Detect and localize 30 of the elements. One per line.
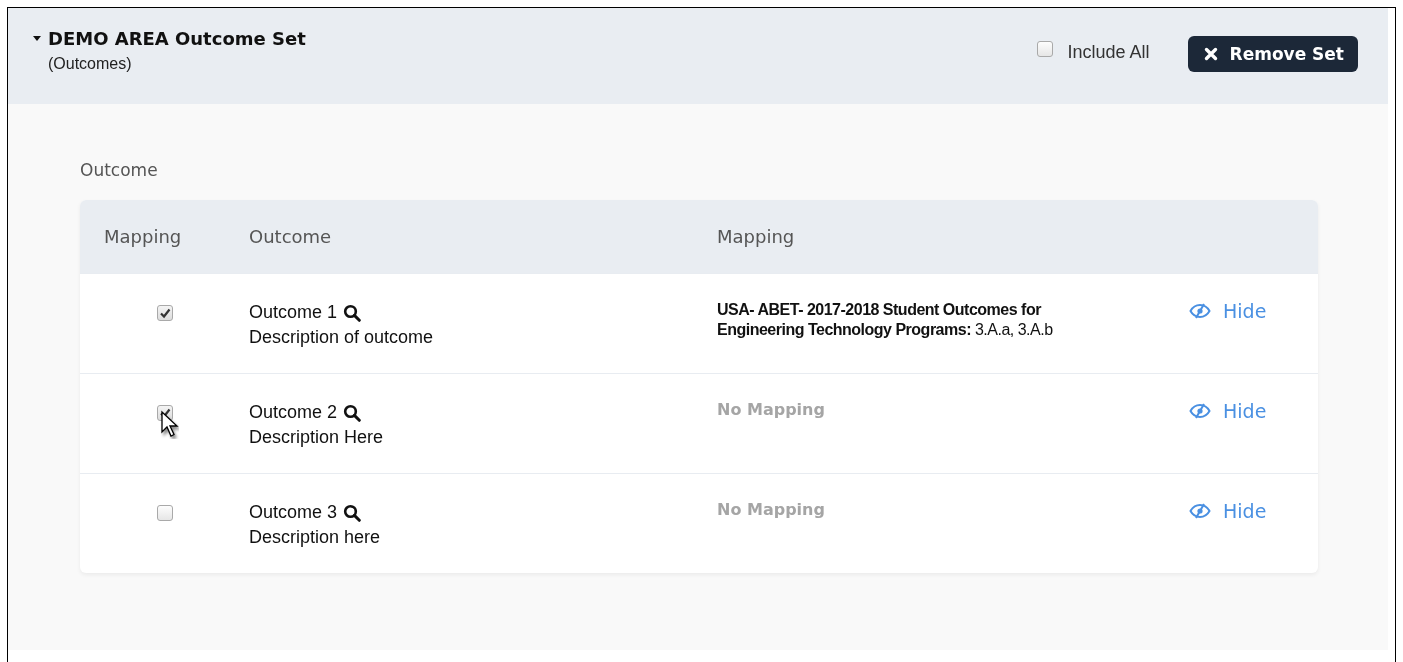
- hide-link[interactable]: Hide: [1189, 400, 1267, 422]
- checkbox-label: Include All: [1067, 42, 1150, 63]
- set-title: DEMO AREA Outcome Set: [48, 28, 306, 49]
- no-mapping-text: No Mapping: [717, 400, 825, 419]
- outcome-description: Description of outcome: [249, 326, 434, 349]
- column-header: Mapping: [104, 226, 182, 247]
- checkbox[interactable]: [157, 305, 173, 321]
- column-header: Outcome: [249, 226, 332, 247]
- outcome-title: Outcome 3: [249, 501, 338, 524]
- column-header: Mapping: [717, 226, 795, 247]
- search-icon[interactable]: [343, 303, 362, 322]
- search-icon[interactable]: [343, 503, 362, 522]
- remove-set-button[interactable]: Remove Set: [1187, 36, 1358, 72]
- outcome-title: Outcome 1: [249, 301, 338, 324]
- close-icon: [1203, 47, 1218, 61]
- checkbox[interactable]: [1037, 40, 1054, 57]
- outcome-description: Description Here: [249, 426, 384, 449]
- hide-link[interactable]: Hide: [1189, 500, 1267, 522]
- outcome-description: Description here: [249, 526, 381, 549]
- outcome-title: Outcome 2: [249, 401, 338, 424]
- search-icon[interactable]: [343, 403, 362, 422]
- hide-link[interactable]: Hide: [1189, 300, 1267, 322]
- checkbox[interactable]: [157, 505, 173, 521]
- mapping-text: USA- ABET- 2017-2018 Student Outcomes for Engineering Technology Programs: 3.A.a, 3.A.b: [717, 300, 1054, 340]
- eye-slash-icon: [1189, 403, 1211, 419]
- eye-slash-icon: [1189, 503, 1211, 519]
- section-label: Outcome: [80, 160, 158, 180]
- no-mapping-text: No Mapping: [717, 500, 825, 519]
- set-subtitle: (Outcomes): [48, 55, 132, 73]
- eye-slash-icon: [1189, 303, 1211, 319]
